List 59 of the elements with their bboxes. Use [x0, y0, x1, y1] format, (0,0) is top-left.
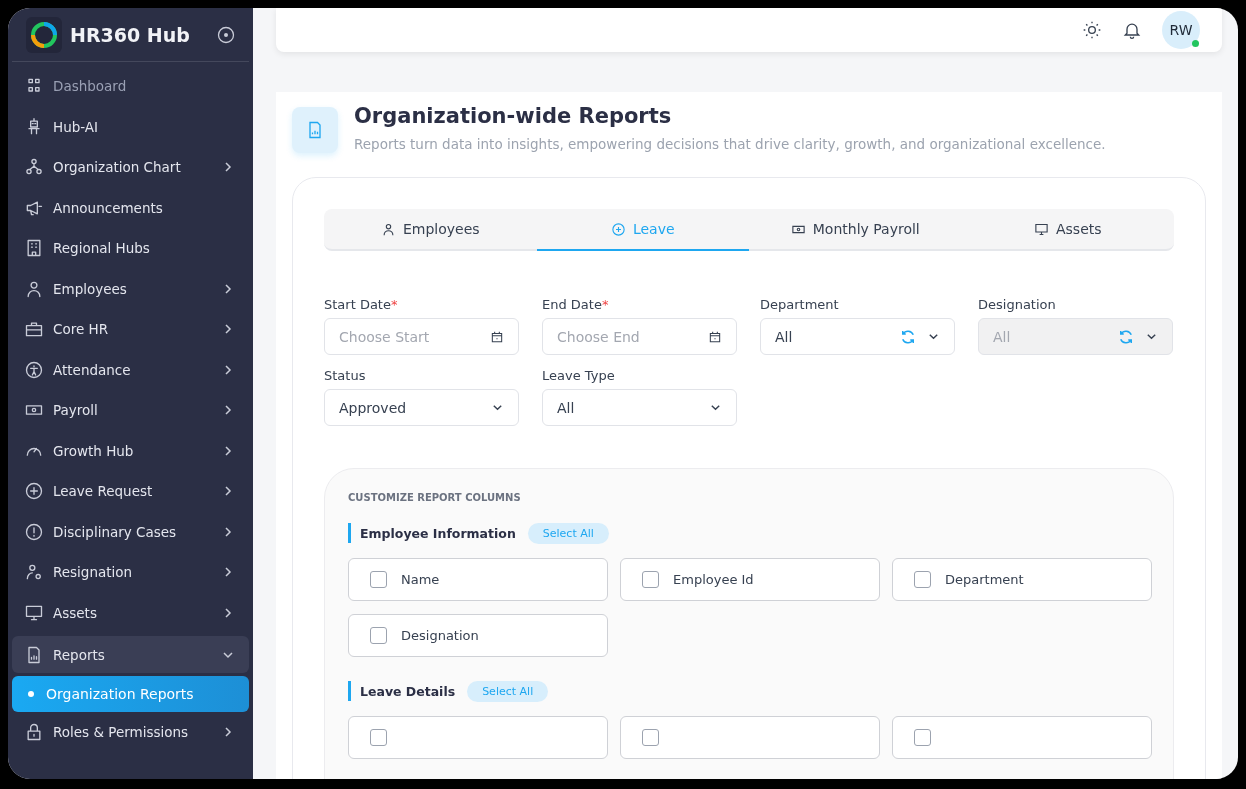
input-field[interactable]: All	[760, 318, 955, 355]
checkbox[interactable]	[370, 627, 387, 644]
group-title: Employee Information	[360, 525, 516, 541]
brand-name: HR360 Hub	[70, 23, 191, 46]
field-label: Designation	[978, 297, 1057, 312]
column-option[interactable]: Department	[892, 558, 1152, 601]
field-label: Status	[324, 368, 367, 383]
sidebar-item[interactable]: Hub-AI	[12, 106, 249, 147]
sidebar-item[interactable]: Leave Request	[12, 471, 249, 512]
sidebar-item[interactable]: Roles & Permissions	[12, 712, 249, 753]
field-label: Start Date*	[324, 297, 399, 312]
checkbox[interactable]	[370, 571, 387, 588]
column-option[interactable]	[892, 716, 1152, 759]
sidebar-item[interactable]: Resignation	[12, 552, 249, 593]
sidebar-item[interactable]: Reports	[12, 636, 249, 673]
checkbox[interactable]	[642, 571, 659, 588]
input-field[interactable]: All	[542, 389, 737, 426]
column-option[interactable]: Name	[348, 558, 608, 601]
page-subtitle: Reports turn data into insights, empowering decisions that drive clarity, growth, and organizational excellence.	[354, 136, 1106, 152]
tab[interactable]: Employees	[324, 209, 537, 251]
checkbox[interactable]	[914, 729, 931, 746]
avatar[interactable]: RW	[1162, 11, 1200, 49]
group-title: Leave Details	[360, 683, 456, 699]
tab[interactable]: Assets	[961, 209, 1174, 251]
column-option[interactable]	[620, 716, 880, 759]
sun-icon[interactable]	[1082, 20, 1102, 40]
sidebar-item[interactable]: Attendance	[12, 349, 249, 390]
sidebar-item[interactable]: Regional Hubs	[12, 228, 249, 269]
field-label: End Date*	[542, 297, 610, 312]
alert-icon	[24, 521, 44, 542]
sidebar-item[interactable]: Organization Chart	[12, 147, 249, 188]
sidebar-item[interactable]: Dashboard	[12, 66, 249, 107]
tab[interactable]: Monthly Payroll	[749, 209, 962, 251]
sidebar-item[interactable]: Assets	[12, 592, 249, 633]
report-icon	[292, 107, 338, 153]
column-option[interactable]: Employee Id	[620, 558, 880, 601]
sidebar-item[interactable]: Growth Hub	[12, 430, 249, 471]
checkbox[interactable]	[914, 571, 931, 588]
calendar-icon	[708, 329, 722, 344]
refresh-icon[interactable]	[899, 327, 917, 346]
input-field[interactable]: Approved	[324, 389, 519, 426]
checkbox[interactable]	[642, 729, 659, 746]
figure-icon	[24, 359, 44, 380]
column-option[interactable]: Designation	[348, 614, 608, 657]
sidebar-item[interactable]: Payroll	[12, 390, 249, 431]
sidebar-item[interactable]: Announcements	[12, 187, 249, 228]
field-label: Department	[760, 297, 840, 312]
checkbox[interactable]	[370, 729, 387, 746]
logo-icon	[26, 16, 62, 53]
sidebar-item[interactable]: Disciplinary Cases	[12, 511, 249, 552]
section-heading: CUSTOMIZE REPORT COLUMNS	[348, 492, 522, 503]
sidebar-item[interactable]: Employees	[12, 268, 249, 309]
column-option[interactable]	[348, 716, 608, 759]
field-label: Leave Type	[542, 368, 616, 383]
sidebar-item[interactable]: Core HR	[12, 309, 249, 350]
collapse-icon[interactable]	[217, 25, 235, 44]
page-title: Organization-wide Reports	[354, 104, 673, 128]
monitor-icon	[1033, 221, 1049, 237]
calendar-icon	[490, 329, 504, 344]
